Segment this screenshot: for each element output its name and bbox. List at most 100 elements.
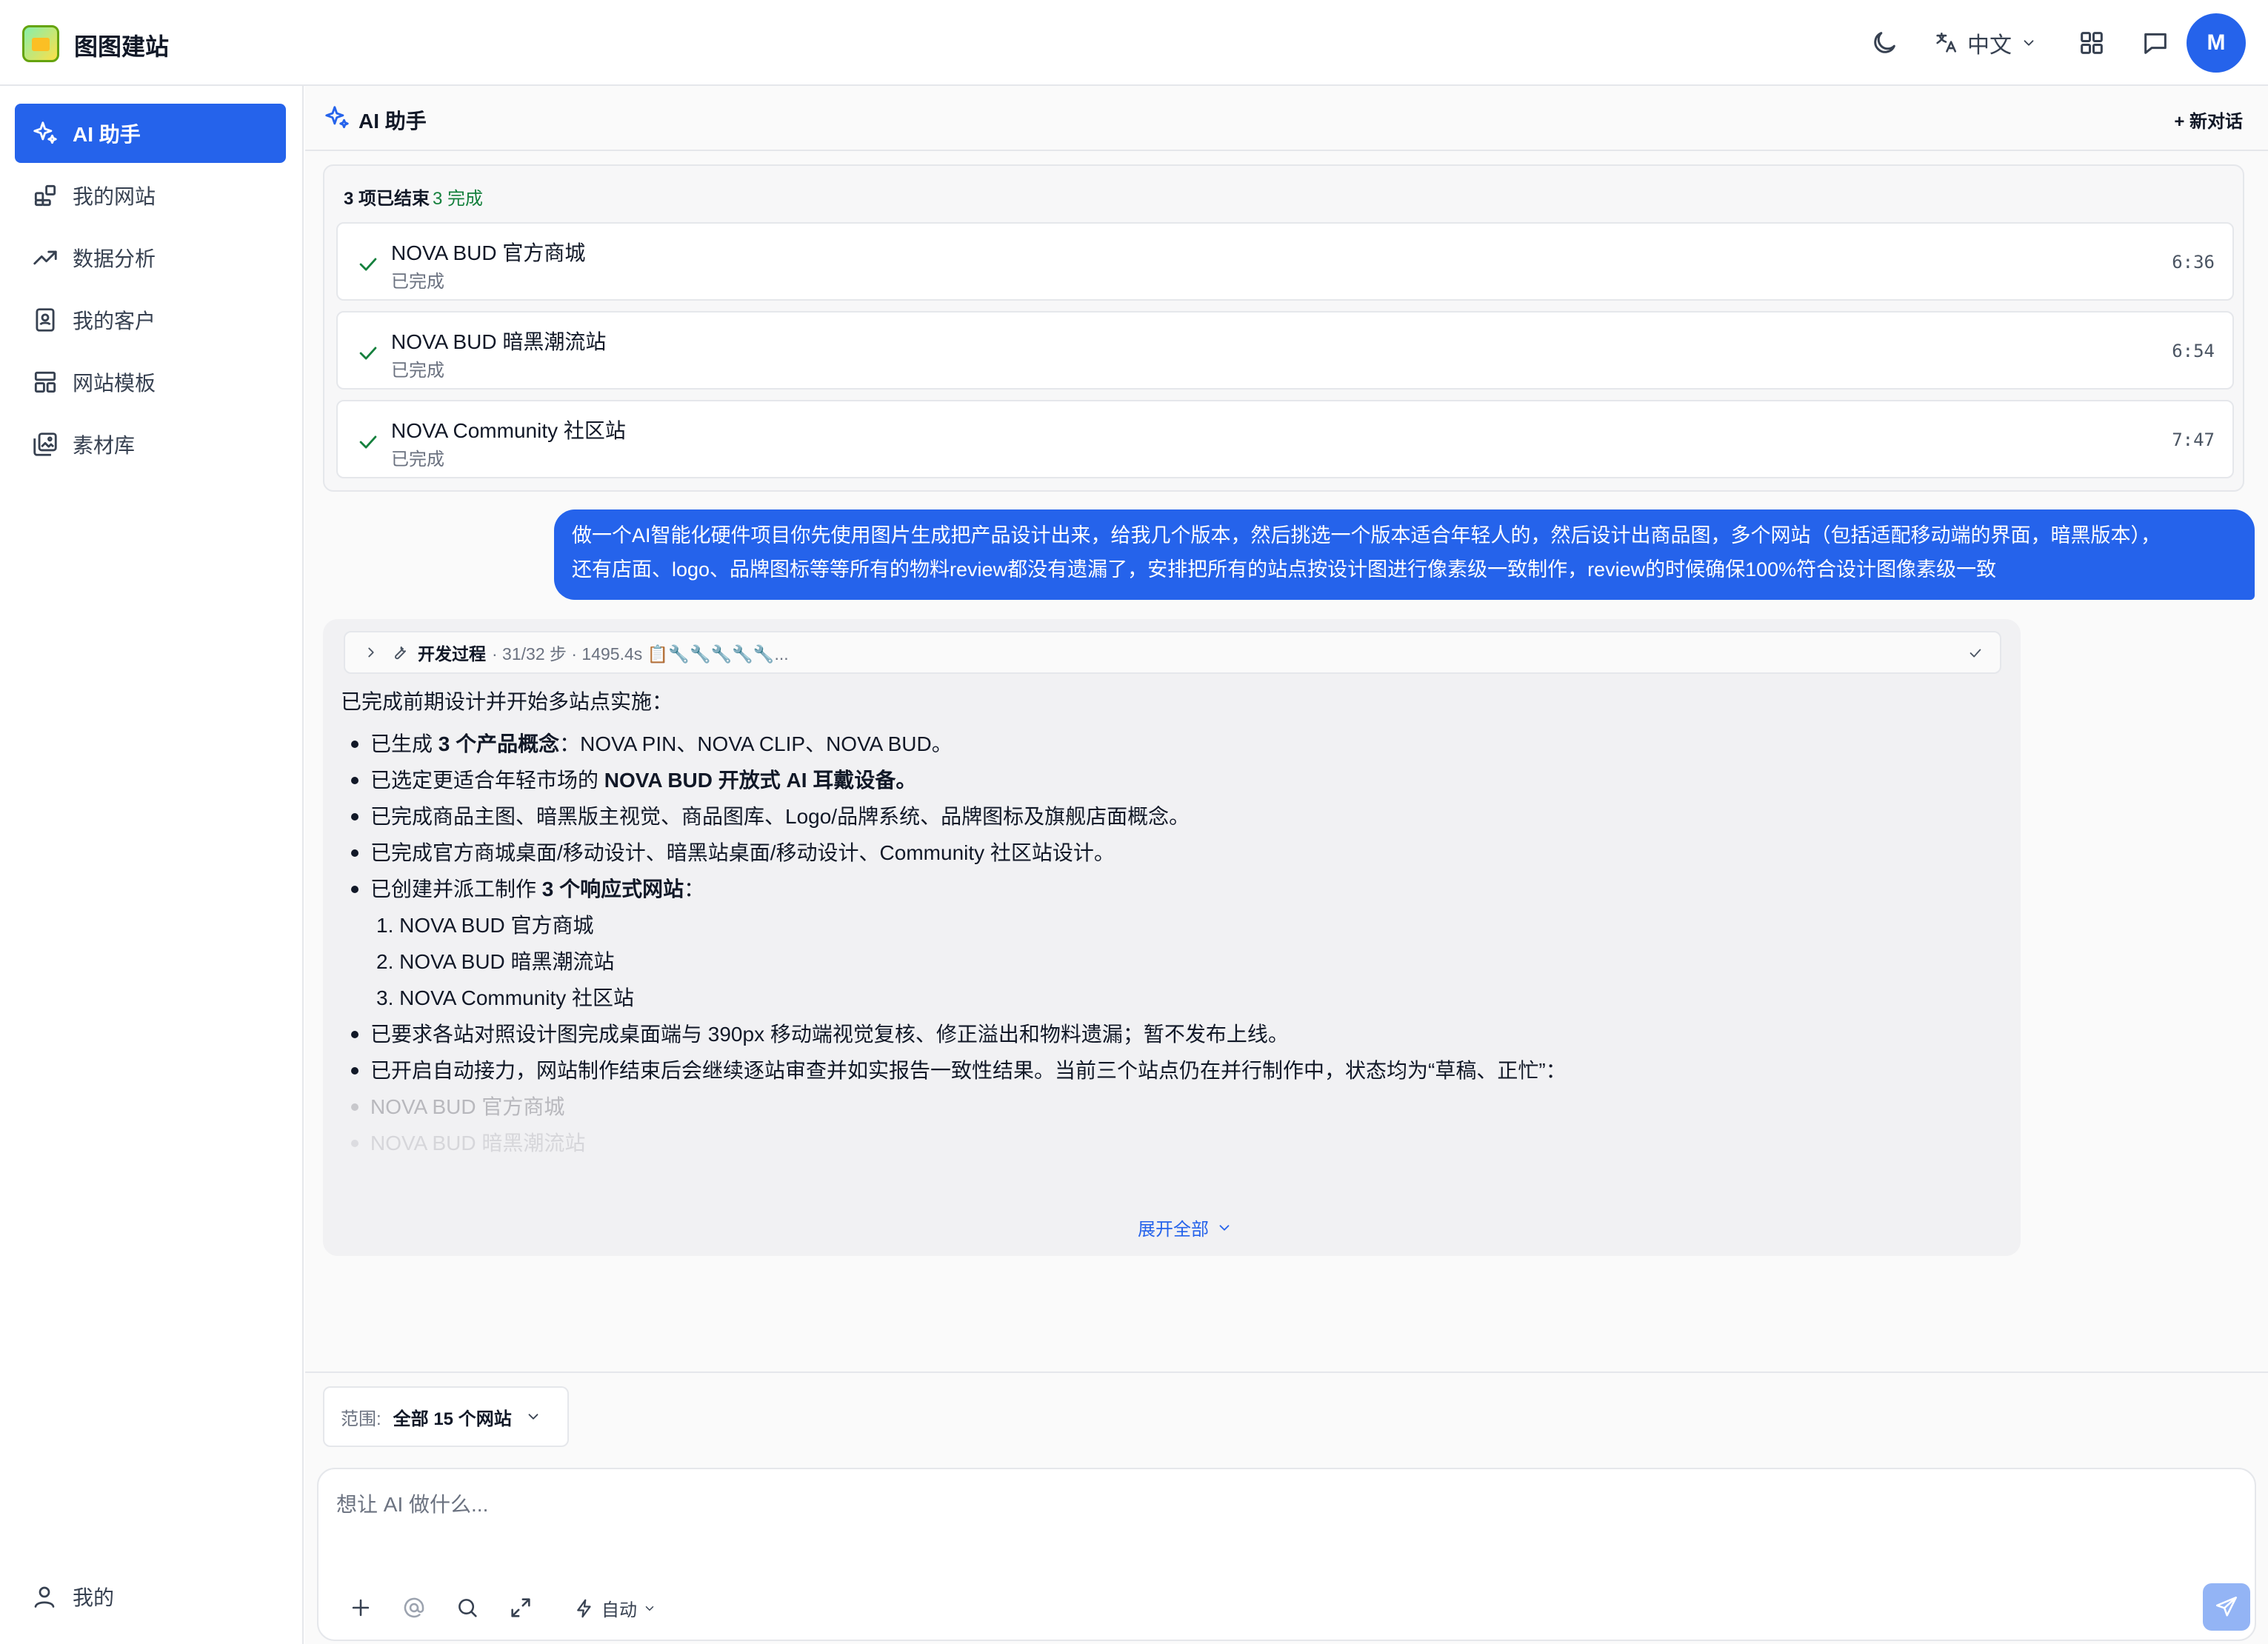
sidebar-item-templates[interactable]: 网站模板 [15,352,286,412]
profile-label: 我的 [73,1586,115,1609]
list-item: 1. NOVA BUD 官方商城 [376,914,594,937]
scope-label: 范围: [341,1409,381,1429]
list-item: 已完成商品主图、暗黑版主视觉、商品图库、Logo/品牌系统、品牌图标及旗舰店面概… [341,798,2000,835]
app-title[interactable]: 图图建站 [74,28,169,62]
scope-selector[interactable]: 范围: 全部 15 个网站 [323,1386,569,1447]
chevron-down-icon [645,1605,654,1611]
prompt-input[interactable] [336,1483,2232,1527]
at-mention-icon[interactable] [401,1595,427,1620]
chevron-down-icon [1219,1224,1230,1231]
main-panel: AI 助手 + 新对话 3 项已结束 3 完成 NOVA BUD 官方商城 已完… [305,86,2268,1644]
apps-grid-icon[interactable] [2077,28,2107,58]
grid-plus-icon [34,184,56,207]
task-row[interactable]: NOVA BUD 官方商城 已完成 6:36 [336,222,2234,301]
dev-process-toggle[interactable]: 开发过程 · 31/32 步 · 1495.4s 📋🔧🔧🔧🔧🔧... [344,631,2001,674]
task-row[interactable]: NOVA BUD 暗黑潮流站 已完成 6:54 [336,311,2234,390]
task-time: 7:47 [2172,430,2215,450]
task-time: 6:36 [2172,252,2215,273]
language-switcher[interactable]: 中文 [1933,27,2037,59]
lightning-icon [577,1599,591,1617]
sidebar-item-my-websites[interactable]: 我的网站 [15,166,286,225]
dev-process-meta: · 31/32 步 · 1495.4s 📋🔧🔧🔧🔧🔧... [492,644,789,664]
chevron-right-icon [368,647,374,658]
task-status: 已完成 [391,450,444,470]
tasks-done-count: 3 完成 [433,189,484,209]
plus-icon[interactable] [348,1595,373,1620]
list-item: NOVA BUD 暗黑潮流站 [341,1125,2000,1161]
new-chat-button[interactable]: + 新对话 [2174,107,2243,133]
list-item: 已完成官方商城桌面/移动设计、暗黑站桌面/移动设计、Community 社区站设… [341,835,2000,871]
list-item: 2. NOVA BUD 暗黑潮流站 [376,950,615,973]
layout-template-icon [34,371,56,393]
sidebar-item-label: 我的网站 [73,185,156,208]
list-item: 已生成 3 个产品概念：NOVA PIN、NOVA CLIP、NOVA BUD。 [341,726,2000,762]
user-message-line: 做一个AI智能化硬件项目你先使用图片生成把产品设计出来，给我几个版本，然后挑选一… [572,524,2161,547]
check-icon [359,347,377,360]
sidebar-item-label: 数据分析 [73,247,156,270]
scope-value: 全部 15 个网站 [393,1409,512,1429]
prompt-composer: 自动 [317,1468,2256,1641]
mode-selector[interactable]: 自动 [573,1595,656,1621]
app-logo-icon[interactable] [22,25,59,62]
task-status: 已完成 [391,272,444,292]
ai-intro: 已完成前期设计并开始多站点实施： [341,690,673,713]
send-icon [2215,1596,2238,1617]
task-status: 已完成 [391,361,444,381]
dev-process-title: 开发过程 [418,644,486,664]
ai-bullet-list: 已生成 3 个产品概念：NOVA PIN、NOVA CLIP、NOVA BUD。… [341,726,2000,1161]
chevron-down-icon [2024,40,2034,46]
chevron-down-icon [528,1414,538,1420]
list-item: 已选定更适合年轻市场的 NOVA BUD 开放式 AI 耳戴设备。 [341,762,2000,798]
sidebar-item-label: AI 助手 [73,123,141,146]
expand-icon[interactable] [508,1595,533,1620]
mode-label: 自动 [601,1600,637,1620]
language-label: 中文 [1967,33,2012,58]
expand-all-button[interactable]: 展开全部 [1138,1214,1233,1240]
chat-title: AI 助手 [358,110,427,133]
contact-card-icon [36,308,55,332]
ai-message-bubble: 开发过程 · 31/32 步 · 1495.4s 📋🔧🔧🔧🔧🔧... 已完成前期… [323,619,2021,1256]
top-header: 图图建站 中文 M [0,0,2268,86]
check-icon [359,258,377,271]
task-name: NOVA Community 社区站 [391,419,626,442]
check-icon [359,435,377,449]
task-time: 6:54 [2172,341,2215,361]
task-name: NOVA BUD 暗黑潮流站 [391,330,607,353]
dark-mode-moon-icon[interactable] [1870,28,1899,58]
sparkles-icon [325,106,349,129]
sidebar-item-profile[interactable]: 我的 [31,1582,114,1611]
image-library-icon [33,432,57,456]
sidebar-item-asset-library[interactable]: 素材库 [15,415,286,474]
user-message-line: 还有店面、logo、品牌图标等等所有的物料review都没有遗漏了，安排把所有的… [572,558,1997,581]
list-item: 已要求各站对照设计图完成桌面端与 390px 移动端视觉复核、修正溢出和物料遗漏… [341,1016,2000,1052]
sidebar-item-label: 素材库 [73,434,136,457]
check-icon [1970,649,1981,658]
user-icon [34,1586,55,1608]
tasks-summary: 3 项已结束 [344,189,430,209]
sidebar-item-label: 我的客户 [73,310,156,333]
translate-icon [1936,32,1957,53]
expand-all-label: 展开全部 [1138,1220,1209,1240]
list-item: 3. NOVA Community 社区站 [376,986,635,1009]
sidebar-item-customers[interactable]: 我的客户 [15,290,286,350]
list-item: 已开启自动接力，网站制作结束后会继续逐站审查并如实报告一致性结果。当前三个站点仍… [341,1052,2000,1089]
sparkles-icon [33,121,57,144]
trending-up-icon [33,250,57,265]
user-avatar[interactable]: M [2187,13,2246,73]
list-item: NOVA BUD 官方商城 [341,1089,2000,1125]
sidebar-item-label: 网站模板 [73,372,156,395]
sidebar: AI 助手 我的网站 数据分析 我的客户 网站模板 素材库 我的 [0,86,304,1644]
search-icon[interactable] [455,1595,480,1620]
sidebar-item-ai-assistant[interactable]: AI 助手 [15,104,286,163]
composer-area: 范围: 全部 15 个网站 自动 [305,1371,2268,1644]
send-button[interactable] [2203,1583,2250,1631]
task-name: NOVA BUD 官方商城 [391,241,586,264]
sidebar-item-analytics[interactable]: 数据分析 [15,228,286,287]
message-icon[interactable] [2141,28,2170,58]
wrench-icon [395,646,406,660]
list-item: 已创建并派工制作 3 个响应式网站： [341,871,2000,907]
ai-message-content: 已完成前期设计并开始多站点实施： 已生成 3 个产品概念：NOVA PIN、NO… [341,687,2000,1161]
task-row[interactable]: NOVA Community 社区站 已完成 7:47 [336,400,2234,478]
chat-header: AI 助手 + 新对话 [305,86,2268,151]
user-message-bubble: 做一个AI智能化硬件项目你先使用图片生成把产品设计出来，给我几个版本，然后挑选一… [554,509,2255,600]
